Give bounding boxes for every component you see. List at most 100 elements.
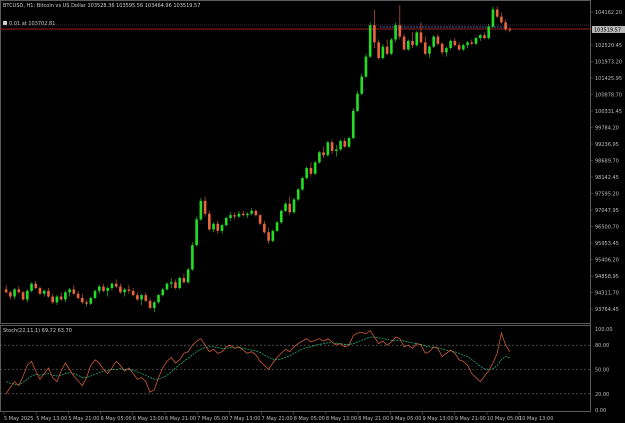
- stoch-label: Stoch(22,11,1) 69.72 63.70: [3, 328, 72, 334]
- candle-body: [195, 219, 198, 246]
- price-tick-label: 102520.45: [595, 43, 622, 49]
- time-tick-label: 6 May 21:00: [165, 416, 196, 422]
- candle-body: [250, 210, 253, 214]
- candle-body: [212, 223, 215, 230]
- trade-level-icon[interactable]: [3, 21, 7, 25]
- candle-body: [322, 152, 325, 156]
- candle-body: [140, 295, 143, 300]
- candle-body: [419, 32, 423, 43]
- candle-body: [423, 42, 427, 54]
- candle-body: [165, 283, 169, 290]
- candle-body: [93, 290, 97, 298]
- candle-body: [106, 287, 110, 291]
- candle-body: [114, 283, 118, 287]
- candle-body: [102, 286, 105, 291]
- price-axis[interactable]: 104162.20103067.70102520.45101973.201014…: [590, 10, 622, 313]
- candle-body: [38, 287, 42, 294]
- candle-body: [411, 40, 414, 46]
- candle-body: [246, 213, 249, 216]
- price-tick-label: 96500.70: [595, 225, 619, 231]
- candle-body: [318, 152, 321, 163]
- candle-body: [381, 46, 385, 59]
- candle-body: [208, 213, 211, 230]
- candle-body: [377, 42, 380, 59]
- candle-body: [161, 289, 165, 296]
- candle-body: [148, 300, 152, 308]
- candle-body: [216, 223, 220, 231]
- candle-body: [385, 46, 389, 54]
- candle-body: [491, 9, 495, 27]
- time-tick-label: 5 May 13:00: [36, 416, 67, 422]
- time-tick-label: 10 May 13:00: [519, 416, 553, 422]
- candle-body: [203, 200, 207, 214]
- stoch-level-label: 0.00: [595, 408, 606, 414]
- candle-body: [123, 289, 126, 293]
- time-tick-label: 8 May 05:00: [294, 416, 325, 422]
- candle-body: [51, 296, 54, 303]
- candle-body: [478, 35, 482, 39]
- price-tick-label: 98689.70: [595, 159, 619, 165]
- stoch-main-line: [5, 330, 511, 394]
- price-tick-label: 94311.70: [595, 291, 619, 297]
- time-tick-label: 9 May 13:00: [423, 416, 454, 422]
- candle-body: [25, 290, 29, 300]
- price-tick-label: 99236.95: [595, 142, 619, 148]
- candle-body: [178, 277, 181, 288]
- candle-body: [97, 286, 101, 291]
- candle-body: [373, 25, 376, 43]
- candle-body: [406, 40, 410, 50]
- candle-body: [81, 297, 84, 303]
- candle-body: [347, 138, 351, 147]
- time-tick-label: 9 May 05:00: [390, 416, 421, 422]
- candle-body: [229, 215, 232, 219]
- time-tick-label: 6 May 13:00: [133, 416, 164, 422]
- candle-body: [186, 269, 190, 283]
- candle-body: [462, 45, 465, 50]
- time-tick-label: 7 May 05:00: [197, 416, 228, 422]
- candle-body: [76, 293, 80, 298]
- candle-body: [68, 289, 71, 293]
- candle-body: [85, 302, 88, 304]
- candle-body: [30, 283, 33, 291]
- chart-window[interactable]: BTCUSD, H1: Bitcoin vs US Dollar 103528.…: [0, 0, 625, 423]
- candle-body: [432, 36, 435, 47]
- time-tick-label: 8 May 21:00: [358, 416, 389, 422]
- candle-body: [436, 36, 440, 44]
- candle-body: [466, 42, 469, 46]
- candle-body: [288, 203, 292, 213]
- price-tick-label: 99784.20: [595, 126, 619, 132]
- time-axis[interactable]: 5 May 2025 5 May 13:00 5 May 21:00 6 May 05…: [3, 412, 553, 422]
- price-tick-label: 101973.20: [595, 60, 622, 66]
- candle-body: [34, 283, 38, 288]
- candle-body: [398, 25, 402, 37]
- time-tick-label: 7 May 21:00: [262, 416, 293, 422]
- candle-body: [4, 289, 8, 293]
- candle-body: [258, 215, 262, 224]
- candle-body: [284, 203, 287, 211]
- price-tick-label: 100331.45: [595, 109, 622, 115]
- candle-body: [233, 215, 237, 217]
- candle-body: [495, 9, 499, 17]
- candle-body: [296, 189, 300, 200]
- stoch-level-label: 20.00: [595, 392, 609, 398]
- stoch-level-label: 100.00: [595, 327, 613, 333]
- candle-body: [453, 40, 457, 46]
- candle-body: [415, 32, 419, 46]
- time-tick-label: 9 May 21:00: [455, 416, 486, 422]
- candle-body: [191, 245, 194, 270]
- candle-body: [470, 42, 474, 44]
- candle-body: [21, 292, 25, 300]
- candle-body: [55, 296, 59, 303]
- symbol-info-label: BTCUSD, H1: Bitcoin vs US Dollar 103528.…: [3, 3, 200, 9]
- candle-body: [13, 289, 16, 297]
- candle-body: [487, 26, 491, 39]
- candle-body: [508, 29, 512, 31]
- candle-body: [335, 149, 338, 151]
- price-tick-label: 97047.95: [595, 208, 619, 214]
- candle-body: [254, 210, 258, 216]
- candle-body: [356, 93, 359, 111]
- stoch-level-label: 50.00: [595, 368, 609, 374]
- stoch-level-label: 80.00: [595, 343, 609, 349]
- candle-body: [428, 46, 431, 54]
- candle-series: [4, 5, 512, 313]
